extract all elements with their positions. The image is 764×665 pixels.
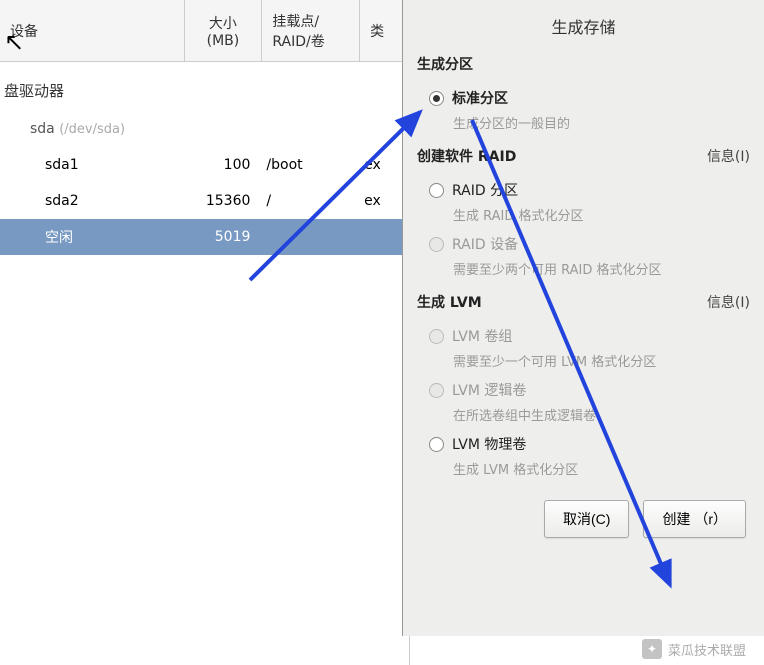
disk-name: sda [30, 121, 55, 137]
radio-raid-partition[interactable]: RAID 分区 [429, 174, 750, 202]
watermark-text: 菜瓜技术联盟 [668, 640, 746, 659]
cell-device: sda2 [0, 193, 185, 209]
radio-description: 需要至少两个可用 RAID 格式化分区 [429, 256, 750, 282]
radio-description: 在所选卷组中生成逻辑卷 [429, 402, 750, 428]
cell-mount: / [262, 193, 360, 209]
radio-description: 需要至少一个可用 LVM 格式化分区 [429, 348, 750, 374]
cell-device: 空闲 [0, 227, 185, 247]
disk-path: (/dev/sda) [59, 122, 125, 137]
device-table-panel: ↖ 设备 大小 (MB) 挂载点/ RAID/卷 类 盘驱动器 sda (/de… [0, 0, 410, 665]
hard-disk-section: 盘驱动器 [0, 62, 409, 115]
radio-icon [429, 91, 444, 106]
cell-size: 5019 [185, 229, 263, 245]
radio-icon [429, 437, 444, 452]
table-row[interactable]: sda2 15360 / ex [0, 183, 409, 219]
cell-device: sda1 [0, 157, 185, 173]
header-device[interactable]: 设备 [0, 0, 185, 61]
table-row[interactable]: sda1 100 /boot ex [0, 147, 409, 183]
radio-label-text: LVM 卷组 [452, 326, 512, 346]
create-partition-section: 生成分区 标准分区 生成分区的一般目的 [403, 48, 764, 140]
watermark: ✦ 菜瓜技术联盟 [642, 639, 746, 659]
create-storage-dialog: 生成存储 生成分区 标准分区 生成分区的一般目的 创建软件 RAID 信息(I)… [402, 0, 764, 636]
table-body: 盘驱动器 sda (/dev/sda) sda1 100 /boot ex sd… [0, 62, 409, 255]
radio-description: 生成分区的一般目的 [429, 110, 750, 136]
cell-size: 15360 [185, 193, 263, 209]
create-lvm-section: 生成 LVM 信息(I) LVM 卷组 需要至少一个可用 LVM 格式化分区 L… [403, 286, 764, 486]
radio-label-text: RAID 分区 [452, 180, 518, 200]
radio-standard-partition[interactable]: 标准分区 [429, 82, 750, 110]
table-header-row: 设备 大小 (MB) 挂载点/ RAID/卷 类 [0, 0, 409, 62]
radio-description: 生成 LVM 格式化分区 [429, 456, 750, 482]
create-raid-section: 创建软件 RAID 信息(I) RAID 分区 生成 RAID 格式化分区 RA… [403, 140, 764, 286]
radio-icon [429, 237, 444, 252]
create-button[interactable]: 创建 （r） [643, 500, 746, 538]
radio-icon [429, 329, 444, 344]
radio-icon [429, 383, 444, 398]
disk-sda[interactable]: sda (/dev/sda) [0, 115, 409, 147]
radio-label-text: LVM 物理卷 [452, 434, 526, 454]
radio-lvm-lv: LVM 逻辑卷 [429, 374, 750, 402]
section-heading: 创建软件 RAID [417, 146, 516, 172]
info-link-lvm[interactable]: 信息(I) [707, 292, 750, 312]
header-size[interactable]: 大小 (MB) [185, 0, 263, 61]
section-heading: 生成 LVM [417, 292, 482, 318]
radio-icon [429, 183, 444, 198]
radio-lvm-pv[interactable]: LVM 物理卷 [429, 428, 750, 456]
info-link-raid[interactable]: 信息(I) [707, 146, 750, 166]
radio-lvm-vg: LVM 卷组 [429, 320, 750, 348]
cell-mount: /boot [262, 157, 360, 173]
section-heading: 生成分区 [417, 54, 750, 80]
radio-raid-device: RAID 设备 [429, 228, 750, 256]
dialog-title: 生成存储 [403, 0, 764, 48]
dialog-buttons: 取消(C) 创建 （r） [403, 486, 764, 538]
radio-description: 生成 RAID 格式化分区 [429, 202, 750, 228]
radio-label-text: RAID 设备 [452, 234, 518, 254]
table-row-selected[interactable]: 空闲 5019 [0, 219, 409, 255]
header-mount[interactable]: 挂载点/ RAID/卷 [262, 0, 360, 61]
cell-size: 100 [185, 157, 263, 173]
cancel-button[interactable]: 取消(C) [544, 500, 629, 538]
radio-label-text: 标准分区 [452, 88, 508, 108]
radio-label-text: LVM 逻辑卷 [452, 380, 526, 400]
wechat-icon: ✦ [642, 639, 662, 659]
